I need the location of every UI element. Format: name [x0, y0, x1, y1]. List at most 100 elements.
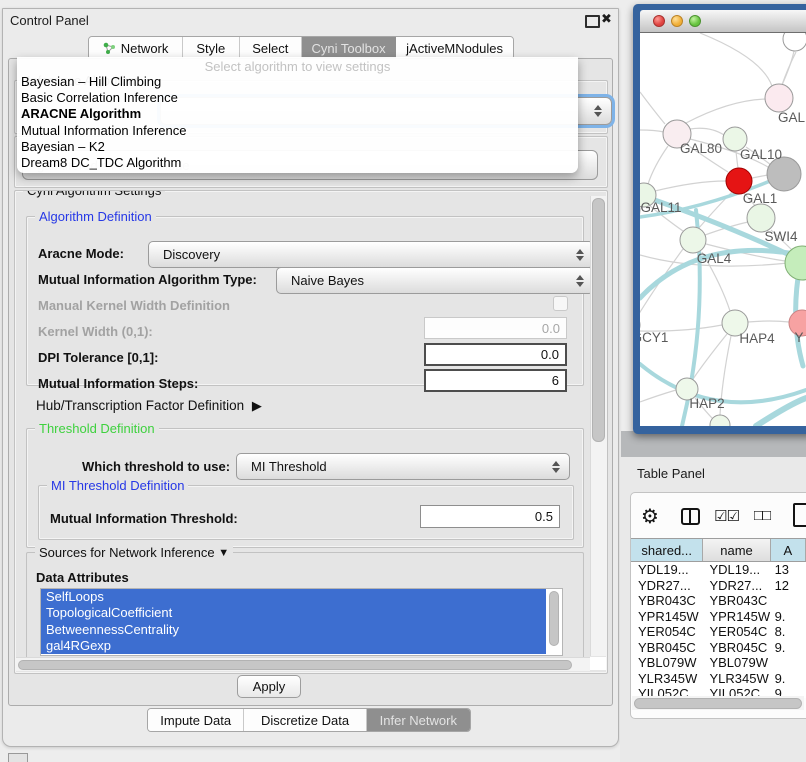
float-window-icon[interactable] — [585, 15, 600, 28]
attribute-list-item[interactable]: TopologicalCoefficient — [41, 605, 546, 621]
network-node[interactable] — [767, 157, 801, 191]
network-node[interactable] — [680, 227, 706, 253]
network-edge[interactable] — [648, 146, 668, 184]
aracne-mode-combo[interactable]: Discovery — [148, 241, 594, 268]
table-row[interactable]: YDL19...YDL19...13 — [631, 562, 806, 578]
tab-infer-network-label: Infer Network — [380, 713, 457, 728]
combo-arrows-icon — [576, 249, 584, 261]
hub-definition-toggle[interactable]: Hub/Transcription Factor Definition ▶ — [36, 398, 258, 414]
popup-item[interactable]: Bayesian – K2 — [17, 139, 578, 155]
network-node[interactable] — [710, 415, 730, 426]
attributes-scrollbar-thumb[interactable] — [549, 591, 559, 646]
minimize-traffic-light-icon[interactable] — [671, 15, 683, 27]
column-header-shared-name[interactable]: shared... — [631, 539, 703, 561]
attribute-list-item[interactable]: gal4RGexp — [41, 638, 546, 654]
table-row[interactable]: YPR145WYPR145W9. — [631, 609, 806, 625]
network-node[interactable] — [747, 204, 775, 232]
network-edge[interactable] — [748, 321, 789, 322]
attribute-list-item[interactable]: BetweennessCentrality — [41, 622, 546, 638]
column-header-name[interactable]: name — [703, 539, 770, 561]
table-row[interactable]: YER054CYER054C8. — [631, 624, 806, 640]
popup-item[interactable]: Mutual Information Inference — [17, 123, 578, 139]
which-threshold-combo[interactable]: MI Threshold — [236, 453, 570, 480]
network-node-label: GAL10 — [740, 147, 782, 162]
manual-kernel-label: Manual Kernel Width Definition — [38, 298, 230, 313]
popup-item[interactable]: Bayesian – Hill Climbing — [17, 74, 578, 90]
mi-type-combo[interactable]: Naive Bayes — [276, 267, 594, 294]
tab-jactivemnodules[interactable]: jActiveMNodules — [396, 37, 513, 59]
apply-button[interactable]: Apply — [237, 675, 301, 698]
column-header-clipped[interactable]: A — [771, 539, 806, 561]
table-cell: YLR345W — [703, 671, 770, 687]
attributes-list-scrollbar[interactable] — [548, 589, 560, 653]
dpi-tolerance-field[interactable] — [424, 343, 567, 366]
popup-item[interactable]: Dream8 DC_TDC Algorithm — [17, 155, 578, 171]
network-window-titlebar[interactable] — [640, 10, 806, 33]
tab-style[interactable]: Style — [183, 37, 239, 59]
settings-vscrollbar-thumb[interactable] — [592, 198, 605, 442]
popup-placeholder-text: Select algorithm to view settings — [17, 57, 578, 74]
mi-steps-label: Mutual Information Steps: — [38, 376, 198, 391]
gear-icon[interactable]: ⚙ — [641, 504, 659, 529]
network-node-label: GCY1 — [640, 330, 668, 345]
manual-kernel-checkbox[interactable] — [553, 296, 568, 311]
tab-discretize-data[interactable]: Discretize Data — [244, 709, 366, 731]
network-edge[interactable] — [686, 99, 766, 123]
table-row[interactable]: YBL079WYBL079W — [631, 655, 806, 671]
kernel-width-field[interactable] — [424, 317, 567, 339]
network-node-label: GAL1 — [743, 191, 778, 206]
settings-horizontal-scrollbar[interactable] — [16, 657, 590, 671]
attribute-list-item[interactable]: SelfLoops — [41, 589, 546, 605]
table-horizontal-scrollbar[interactable] — [632, 696, 804, 710]
network-edge[interactable] — [690, 128, 724, 135]
tab-impute-data[interactable]: Impute Data — [148, 709, 244, 731]
popup-item[interactable]: Basic Correlation Inference — [17, 90, 578, 106]
network-edge[interactable] — [640, 390, 676, 402]
table-body[interactable]: YDL19...YDL19...13YDR27...YDR27...12YBR0… — [631, 562, 806, 698]
table-row[interactable]: YLR345WYLR345W9. — [631, 671, 806, 687]
settings-vertical-scrollbar[interactable] — [590, 196, 607, 656]
table-cell: YBL079W — [631, 655, 703, 671]
close-icon[interactable]: ✖ — [601, 11, 612, 27]
close-traffic-light-icon[interactable] — [653, 15, 665, 27]
network-edge[interactable] — [655, 181, 726, 191]
network-node[interactable] — [783, 33, 806, 51]
table-cell: YDR27... — [703, 578, 770, 594]
network-canvas[interactable]: GALGAL80GAL10GAL1SWI4GAL11GAL4GCY1HAP4YH… — [640, 33, 806, 426]
zoom-traffic-light-icon[interactable] — [689, 15, 701, 27]
popup-item[interactable]: ARACNE Algorithm — [17, 106, 578, 122]
tab-select[interactable]: Select — [240, 37, 302, 59]
expanded-arrow-icon[interactable]: ▼ — [218, 547, 229, 559]
tab-infer-network[interactable]: Infer Network — [367, 709, 470, 731]
table-cell: YPR145W — [703, 609, 770, 625]
tab-network[interactable]: Network — [89, 37, 183, 59]
data-attributes-list[interactable]: SelfLoopsTopologicalCoefficientBetweenne… — [40, 588, 563, 656]
tab-style-label: Style — [196, 41, 225, 56]
mi-threshold-field[interactable] — [420, 505, 560, 528]
control-panel-titlebar — [2, 8, 617, 34]
table-row[interactable]: YDR27...YDR27...12 — [631, 578, 806, 594]
network-node-label: HAP2 — [689, 396, 724, 411]
network-edge[interactable] — [640, 249, 683, 317]
table-hscrollbar-thumb[interactable] — [634, 698, 802, 709]
table-cell — [771, 655, 806, 671]
mi-steps-field[interactable] — [424, 369, 567, 392]
network-edge[interactable] — [700, 33, 772, 86]
network-edge[interactable] — [752, 175, 768, 178]
select-all-columns-icon[interactable]: ☑☑ — [714, 507, 739, 525]
minimized-panel-icon[interactable] — [8, 753, 28, 762]
document-icon[interactable] — [793, 503, 806, 527]
unselect-all-columns-icon[interactable]: □□ — [754, 507, 770, 524]
network-edge[interactable] — [640, 130, 664, 132]
network-edge[interactable] — [640, 92, 665, 124]
settings-hscrollbar-thumb[interactable] — [18, 660, 572, 670]
table-row[interactable]: YBR043CYBR043C — [631, 593, 806, 609]
tab-cyni-toolbox[interactable]: Cyni Toolbox — [302, 37, 396, 59]
combo-arrows-icon — [576, 275, 584, 287]
network-node[interactable] — [765, 84, 793, 112]
table-panel-title: Table Panel — [637, 466, 705, 481]
network-node-label: GAL11 — [640, 200, 681, 215]
table-row[interactable]: YBR045CYBR045C9. — [631, 640, 806, 656]
split-pane-icon[interactable] — [681, 508, 700, 525]
tab-network-label: Network — [121, 41, 169, 56]
